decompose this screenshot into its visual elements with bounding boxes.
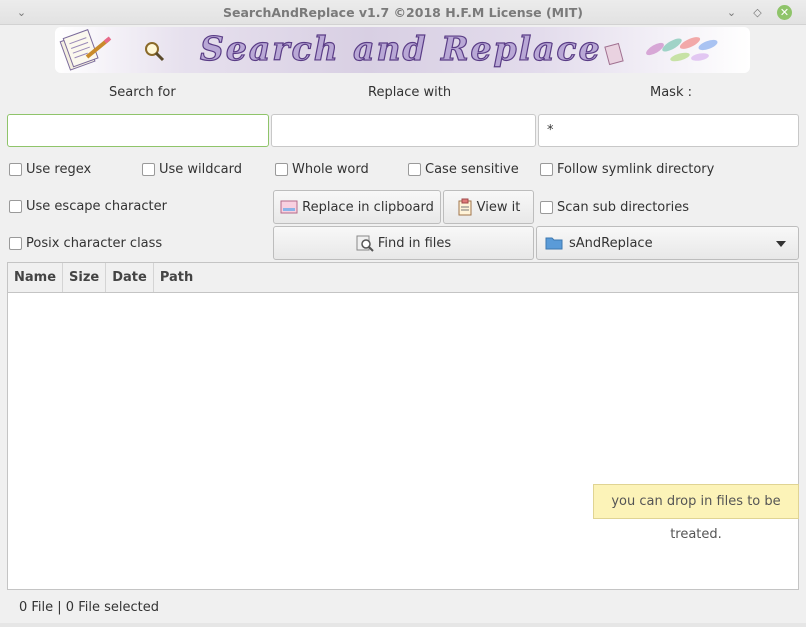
drop-files-tooltip: you can drop in files to be treated. — [593, 484, 799, 542]
table-header: Name Size Date Path — [8, 263, 798, 293]
window-bottom-edge — [0, 623, 806, 627]
find-files-icon — [356, 235, 374, 252]
checkbox-box[interactable] — [408, 162, 421, 176]
checkbox-box[interactable] — [142, 162, 155, 176]
checkbox-box[interactable] — [540, 162, 553, 176]
title-bar: ⌄ SearchAndReplace v1.7 ©2018 H.F.M Lice… — [0, 0, 806, 25]
whole-word-checkbox[interactable]: Whole word — [275, 160, 369, 178]
column-header-name[interactable]: Name — [8, 263, 64, 292]
status-bar: 0 File | 0 File selected — [19, 600, 159, 615]
use-escape-checkbox[interactable]: Use escape character — [9, 197, 167, 215]
mask-input[interactable] — [538, 114, 799, 147]
feather-decoration-icon — [646, 37, 718, 62]
use-wildcard-checkbox[interactable]: Use wildcard — [142, 160, 242, 178]
case-sensitive-checkbox[interactable]: Case sensitive — [408, 160, 519, 178]
minimize-button[interactable]: ⌄ — [724, 5, 739, 20]
posix-class-label: Posix character class — [26, 235, 163, 251]
chevron-down-icon[interactable] — [776, 241, 786, 247]
directory-select[interactable]: sAndReplace — [536, 226, 799, 260]
column-header-path[interactable]: Path — [154, 263, 199, 292]
checkbox-box[interactable] — [9, 236, 22, 250]
checkbox-box[interactable] — [275, 162, 288, 176]
directory-select-value: sAndReplace — [569, 235, 653, 251]
column-header-size[interactable]: Size — [63, 263, 107, 292]
find-in-files-button[interactable]: Find in files — [273, 226, 534, 260]
clipboard-replace-icon — [280, 200, 298, 214]
find-in-files-label: Find in files — [377, 235, 452, 251]
follow-symlink-label: Follow symlink directory — [557, 161, 715, 177]
app-banner: Search and Replace — [55, 27, 750, 73]
use-regex-label: Use regex — [26, 161, 92, 177]
replace-with-label: Replace with — [368, 85, 452, 100]
maximize-button[interactable]: ◇ — [750, 5, 765, 20]
search-for-label: Search for — [109, 85, 176, 100]
window-title: SearchAndReplace v1.7 ©2018 H.F.M Licens… — [222, 5, 583, 20]
tag-icon — [604, 42, 624, 66]
close-button[interactable]: ✕ — [777, 5, 792, 20]
column-header-date[interactable]: Date — [106, 263, 154, 292]
scan-sub-directories-label: Scan sub directories — [557, 199, 689, 215]
view-it-label: View it — [476, 199, 521, 215]
use-escape-label: Use escape character — [26, 198, 167, 214]
search-input[interactable] — [7, 114, 269, 147]
replace-input[interactable] — [271, 114, 536, 147]
banner-title: Search and Replace — [199, 28, 602, 68]
case-sensitive-label: Case sensitive — [425, 161, 519, 177]
folder-icon — [545, 237, 563, 250]
use-regex-checkbox[interactable]: Use regex — [9, 160, 91, 178]
use-wildcard-label: Use wildcard — [159, 161, 243, 177]
whole-word-label: Whole word — [292, 161, 369, 177]
replace-in-clipboard-button[interactable]: Replace in clipboard — [273, 190, 441, 224]
magnifier-icon — [145, 42, 165, 62]
view-it-button[interactable]: View it — [443, 190, 534, 224]
follow-symlink-checkbox[interactable]: Follow symlink directory — [540, 160, 714, 178]
checkbox-box[interactable] — [9, 199, 22, 213]
scan-sub-directories-checkbox[interactable]: Scan sub directories — [540, 198, 689, 216]
checkbox-box[interactable] — [9, 162, 22, 176]
mask-label: Mask : — [650, 85, 692, 100]
replace-in-clipboard-label: Replace in clipboard — [302, 199, 434, 215]
checkbox-box[interactable] — [540, 200, 553, 214]
clipboard-icon — [458, 198, 472, 216]
posix-class-checkbox[interactable]: Posix character class — [9, 234, 162, 252]
document-stack-icon — [59, 29, 112, 71]
